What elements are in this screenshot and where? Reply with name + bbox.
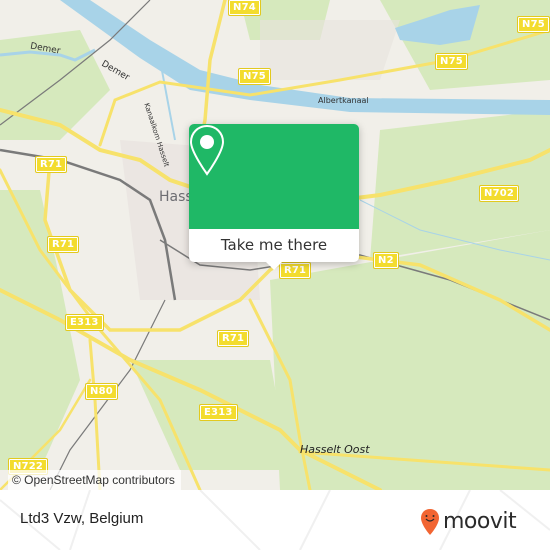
road-shield-n2: N2	[373, 252, 399, 269]
water-label-albertkanaal: Albertkanaal	[318, 96, 369, 105]
road-shield-n74: N74	[228, 0, 261, 16]
road-shield-n75: N75	[517, 16, 550, 33]
place-label-hasselt-oost: Hasselt Oost	[300, 443, 370, 456]
map-attribution[interactable]: © OpenStreetMap contributors	[8, 470, 181, 490]
road-shield-r71: R71	[46, 236, 80, 253]
road-shield-r71: R71	[34, 156, 68, 173]
popup-header	[189, 124, 359, 229]
location-popup: Take me there	[189, 124, 359, 270]
map[interactable]: Demer Demer Albertkanaal Kanaalkom Hasse…	[0, 0, 550, 490]
footer: Ltd3 Vzw, Belgium moovit	[0, 490, 550, 550]
road-shield-n75: N75	[238, 68, 271, 85]
location-title: Ltd3 Vzw, Belgium	[20, 510, 144, 527]
take-me-there-button[interactable]: Take me there	[189, 229, 359, 262]
road-shield-n702: N702	[478, 185, 520, 202]
moovit-logo[interactable]: moovit	[420, 508, 517, 536]
road-shield-e313: E313	[199, 404, 238, 421]
road-shield-r71: R71	[216, 330, 250, 347]
road-shield-r71: R71	[278, 262, 312, 279]
map-pin-icon	[189, 124, 225, 176]
road-shield-n75: N75	[435, 53, 468, 70]
moovit-wordmark: moovit	[443, 509, 517, 534]
road-shield-e313: E313	[65, 314, 104, 331]
moovit-logo-icon	[421, 509, 439, 535]
road-shield-n80: N80	[85, 383, 118, 400]
popup-pointer	[264, 260, 284, 270]
